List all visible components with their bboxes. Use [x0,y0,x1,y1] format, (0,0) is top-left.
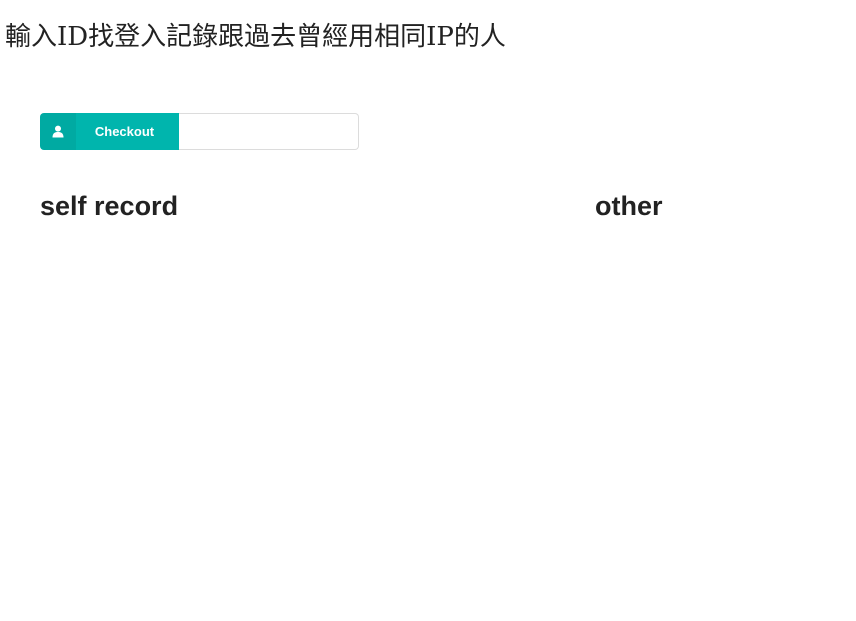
checkout-button-label: Checkout [94,124,155,139]
page-title: 輸入ID找登入記錄跟過去曾經用相同IP的人 [5,22,506,52]
user-icon [40,113,76,150]
other-heading: other [595,191,663,221]
self-record-heading: self record [40,191,179,221]
id-input[interactable] [179,113,359,150]
self-record-results [40,232,560,592]
other-results [595,232,835,592]
search-form: Checkout [40,113,359,150]
checkout-button[interactable]: Checkout [40,113,179,150]
